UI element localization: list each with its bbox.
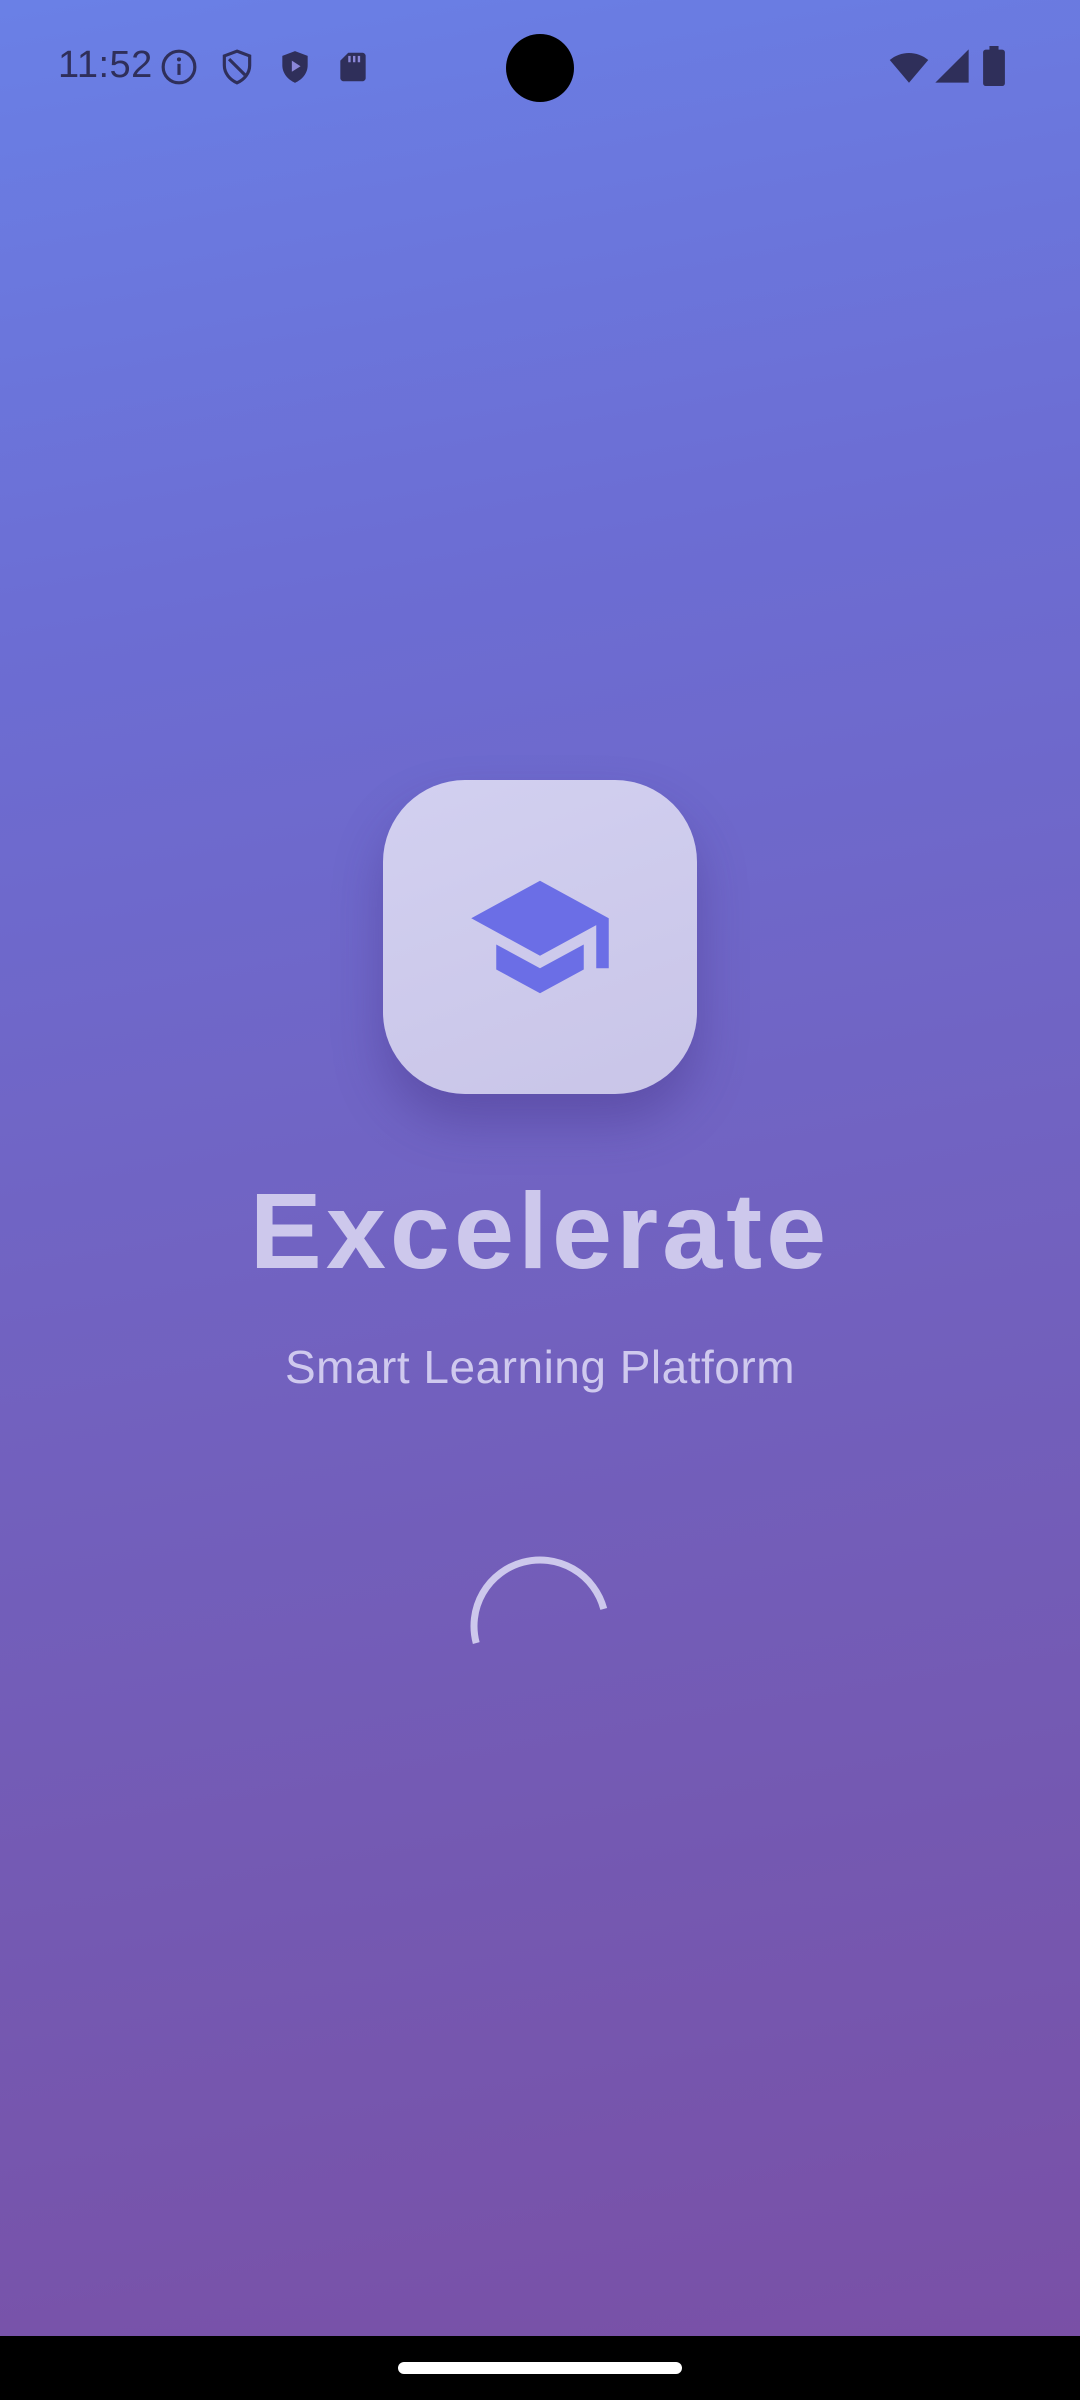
info-icon xyxy=(160,48,198,86)
splash-screen: 11:52 Excelerate Smart Learning Platform xyxy=(0,0,1080,2400)
wifi-icon xyxy=(888,46,930,88)
status-time: 11:52 xyxy=(58,44,153,86)
status-bar: 11:52 xyxy=(0,0,1080,136)
graduation-cap-icon xyxy=(465,862,615,1012)
app-title: Excelerate xyxy=(249,1170,831,1291)
navigation-bar xyxy=(0,2336,1080,2400)
app-subtitle: Smart Learning Platform xyxy=(284,1341,796,1393)
shield-outline-icon xyxy=(218,48,256,86)
cell-signal-icon xyxy=(932,46,972,86)
camera-cutout xyxy=(506,34,574,102)
sd-card-icon xyxy=(334,48,372,86)
shield-play-icon xyxy=(276,48,314,86)
home-indicator[interactable] xyxy=(398,2362,682,2374)
battery-icon xyxy=(982,46,1006,86)
loading-spinner xyxy=(466,1552,614,1700)
app-logo xyxy=(383,780,697,1094)
